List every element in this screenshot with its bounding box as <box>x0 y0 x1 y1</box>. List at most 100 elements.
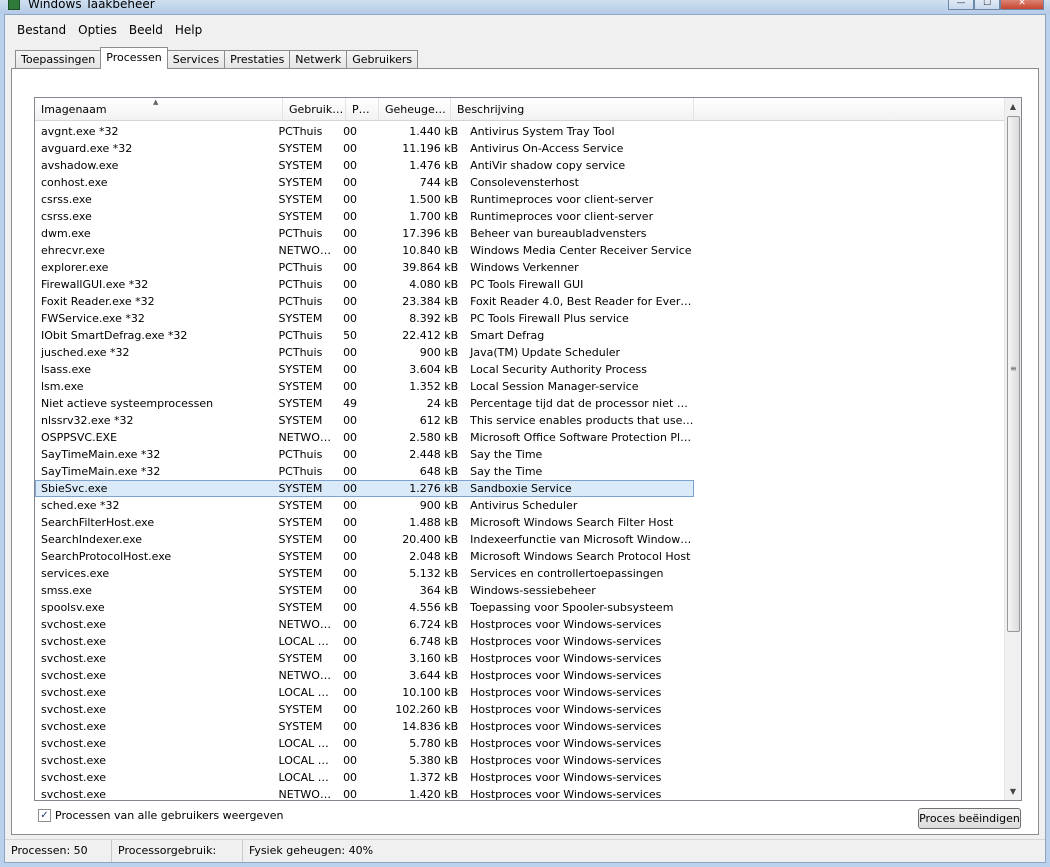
table-row[interactable]: csrss.exe SYSTEM 00 1.700 kB Runtimeproces v… <box>35 208 1005 225</box>
table-row[interactable]: ehrecvr.exe NETWO… 00 10.840 kB Windows Medi… <box>35 242 1005 259</box>
table-row-content: svchost.exe LOCAL … 00 10.100 kB Hostproces … <box>35 684 694 701</box>
table-row[interactable]: SearchProtocolHost.exe SYSTEM 00 2.048 kB Mi… <box>35 548 1005 565</box>
table-row-content: IObit SmartDefrag.exe *32 PCThuis 50 22.412… <box>35 327 694 344</box>
process-cpu-cell: 00 <box>343 210 358 223</box>
show-all-users-option[interactable]: ✓ Processen van alle gebruikers weergeve… <box>38 809 283 822</box>
process-memory-cell: 4.080 kB <box>409 278 459 291</box>
process-user-cell: SYSTEM <box>278 601 323 614</box>
scrollbar-thumb[interactable]: ≡ <box>1007 116 1020 632</box>
table-row[interactable]: conhost.exe SYSTEM 00 744 kB Consolevensterh… <box>35 174 1005 191</box>
process-description-cell: Hostproces voor Windows-services <box>470 669 662 682</box>
process-memory-cell: 2.448 kB <box>409 448 459 461</box>
process-memory-cell: 1.488 kB <box>409 516 459 529</box>
end-process-button[interactable]: Proces beëindigen <box>918 808 1021 829</box>
table-row[interactable]: Niet actieve systeemprocessen SYSTEM 49 24 … <box>35 395 1005 412</box>
table-row[interactable]: spoolsv.exe SYSTEM 00 4.556 kB Toepassing vo… <box>35 599 1005 616</box>
process-memory-cell: 648 kB <box>419 465 459 478</box>
table-row[interactable]: avshadow.exe SYSTEM 00 1.476 kB AntiVir shad… <box>35 157 1005 174</box>
table-row[interactable]: FWService.exe *32 SYSTEM 00 8.392 kB PC Tool… <box>35 310 1005 327</box>
process-cpu-cell: 00 <box>343 533 358 546</box>
menu-help[interactable]: Help <box>169 21 208 39</box>
table-row[interactable]: explorer.exe PCThuis 00 39.864 kB Windows Ve… <box>35 259 1005 276</box>
tab-netwerk[interactable]: Netwerk <box>289 50 348 69</box>
table-row[interactable]: csrss.exe SYSTEM 00 1.500 kB Runtimeproces v… <box>35 191 1005 208</box>
table-row[interactable]: svchost.exe NETWO… 00 6.724 kB Hostproces vo… <box>35 616 1005 633</box>
minimize-button[interactable]: — <box>948 0 974 10</box>
table-row[interactable]: svchost.exe LOCAL … 00 5.780 kB Hostproces v… <box>35 735 1005 752</box>
vertical-scrollbar[interactable]: ▲ ≡ ▼ <box>1004 98 1021 800</box>
table-row[interactable]: jusched.exe *32 PCThuis 00 900 kB Java(TM) U… <box>35 344 1005 361</box>
show-all-users-checkbox[interactable]: ✓ <box>38 809 51 822</box>
table-row[interactable]: avgnt.exe *32 PCThuis 00 1.440 kB Antivirus … <box>35 123 1005 140</box>
table-row[interactable]: svchost.exe SYSTEM 00 3.160 kB Hostproces vo… <box>35 650 1005 667</box>
table-row-content: dwm.exe PCThuis 00 17.396 kB Beheer van bure… <box>35 225 694 242</box>
process-name-cell: svchost.exe <box>41 720 107 733</box>
process-name-cell: SearchIndexer.exe <box>41 533 143 546</box>
process-name-cell: FirewallGUI.exe *32 <box>41 278 149 291</box>
table-row[interactable]: Foxit Reader.exe *32 PCThuis 00 23.384 kB Fo… <box>35 293 1005 310</box>
table-row[interactable]: svchost.exe SYSTEM 00 102.260 kB Hostproces … <box>35 701 1005 718</box>
process-memory-cell: 2.048 kB <box>409 550 459 563</box>
table-row[interactable]: FirewallGUI.exe *32 PCThuis 00 4.080 kB PC T… <box>35 276 1005 293</box>
table-row[interactable]: IObit SmartDefrag.exe *32 PCThuis 50 22.412… <box>35 327 1005 344</box>
table-row[interactable]: svchost.exe LOCAL … 00 1.372 kB Hostproces v… <box>35 769 1005 786</box>
process-list[interactable]: Imagenaam ▲ Gebruik… P… Geheuge… Beschri… <box>34 97 1022 801</box>
table-row[interactable]: lsm.exe SYSTEM 00 1.352 kB Local Session Man… <box>35 378 1005 395</box>
table-row[interactable]: SearchFilterHost.exe SYSTEM 00 1.488 kB Micr… <box>35 514 1005 531</box>
tab-toepassingen[interactable]: Toepassingen <box>15 50 102 69</box>
show-all-users-label[interactable]: Processen van alle gebruikers weergeven <box>55 809 283 822</box>
table-row[interactable]: svchost.exe LOCAL … 00 10.100 kB Hostproces … <box>35 684 1005 701</box>
table-row[interactable]: sched.exe *32 SYSTEM 00 900 kB Antivirus Sch… <box>35 497 1005 514</box>
table-row-content: SbieSvc.exe SYSTEM 00 1.276 kB Sandboxie Ser… <box>35 480 694 497</box>
process-memory-cell: 1.476 kB <box>409 159 459 172</box>
table-row-content: svchost.exe LOCAL … 00 1.372 kB Hostproces v… <box>35 769 694 786</box>
process-memory-cell: 3.604 kB <box>409 363 459 376</box>
table-row[interactable]: smss.exe SYSTEM 00 364 kB Windows-sessiebehe… <box>35 582 1005 599</box>
table-row[interactable]: lsass.exe SYSTEM 00 3.604 kB Local Security … <box>35 361 1005 378</box>
column-header-cpu[interactable]: P… <box>346 98 379 120</box>
tab-gebruikers[interactable]: Gebruikers <box>346 50 419 69</box>
process-user-cell: NETWO… <box>278 788 331 801</box>
table-row[interactable]: SayTimeMain.exe *32 PCThuis 00 648 kB Say th… <box>35 463 1005 480</box>
column-header-imagename[interactable]: Imagenaam ▲ <box>35 98 283 120</box>
process-name-cell: OSPPSVC.EXE <box>41 431 118 444</box>
table-row[interactable]: SbieSvc.exe SYSTEM 00 1.276 kB Sandboxie Ser… <box>35 480 1005 497</box>
table-row-content: SearchIndexer.exe SYSTEM 00 20.400 kB Indexe… <box>35 531 694 548</box>
menu-bestand[interactable]: Bestand <box>11 21 72 39</box>
menu-opties[interactable]: Opties <box>72 21 123 39</box>
status-bar: Processen: 50 Processorgebruik: 50% Fysi… <box>5 839 1045 867</box>
process-user-cell: SYSTEM <box>278 482 323 495</box>
menu-beeld[interactable]: Beeld <box>123 21 169 39</box>
table-row-content: csrss.exe SYSTEM 00 1.700 kB Runtimeproces v… <box>35 208 694 225</box>
tab-prestaties[interactable]: Prestaties <box>224 50 291 69</box>
table-row[interactable]: avguard.exe *32 SYSTEM 00 11.196 kB Antiviru… <box>35 140 1005 157</box>
table-row[interactable]: svchost.exe SYSTEM 00 14.836 kB Hostproces v… <box>35 718 1005 735</box>
table-row[interactable]: SayTimeMain.exe *32 PCThuis 00 2.448 kB Say … <box>35 446 1005 463</box>
tab-services[interactable]: Services <box>166 50 226 69</box>
scroll-up-icon[interactable]: ▲ <box>1005 98 1021 115</box>
process-user-cell: PCThuis <box>278 278 323 291</box>
table-row[interactable]: OSPPSVC.EXE NETWO… 00 2.580 kB Microsoft Off… <box>35 429 1005 446</box>
process-user-cell: SYSTEM <box>278 380 323 393</box>
scroll-grip-icon: ≡ <box>1010 364 1017 373</box>
table-row[interactable]: nlssrv32.exe *32 SYSTEM 00 612 kB This servi… <box>35 412 1005 429</box>
process-user-cell: NETWO… <box>278 669 331 682</box>
table-row-content: Foxit Reader.exe *32 PCThuis 00 23.384 kB Fo… <box>35 293 694 310</box>
column-header-user[interactable]: Gebruik… <box>283 98 346 120</box>
tab-processen[interactable]: Processen <box>100 47 168 69</box>
column-header-description[interactable]: Beschrijving <box>451 98 694 120</box>
table-row[interactable]: SearchIndexer.exe SYSTEM 00 20.400 kB Indexe… <box>35 531 1005 548</box>
table-row[interactable]: svchost.exe LOCAL … 00 5.380 kB Hostproces v… <box>35 752 1005 769</box>
table-row[interactable]: svchost.exe NETWO… 00 3.644 kB Hostproces vo… <box>35 667 1005 684</box>
table-row[interactable]: svchost.exe NETWO… 00 1.420 kB Hostproces vo… <box>35 786 1005 801</box>
process-user-cell: SYSTEM <box>278 652 323 665</box>
table-row[interactable]: services.exe SYSTEM 00 5.132 kB Services en … <box>35 565 1005 582</box>
column-header-memory[interactable]: Geheuge… <box>379 98 451 120</box>
process-user-cell: NETWO… <box>278 431 331 444</box>
table-row-content: avshadow.exe SYSTEM 00 1.476 kB AntiVir shad… <box>35 157 694 174</box>
table-row[interactable]: dwm.exe PCThuis 00 17.396 kB Beheer van bure… <box>35 225 1005 242</box>
scroll-down-icon[interactable]: ▼ <box>1005 783 1021 800</box>
maximize-button[interactable]: ☐ <box>974 0 1000 10</box>
close-button[interactable]: ✕ <box>1000 0 1044 10</box>
table-row[interactable]: svchost.exe LOCAL … 00 6.748 kB Hostproces v… <box>35 633 1005 650</box>
